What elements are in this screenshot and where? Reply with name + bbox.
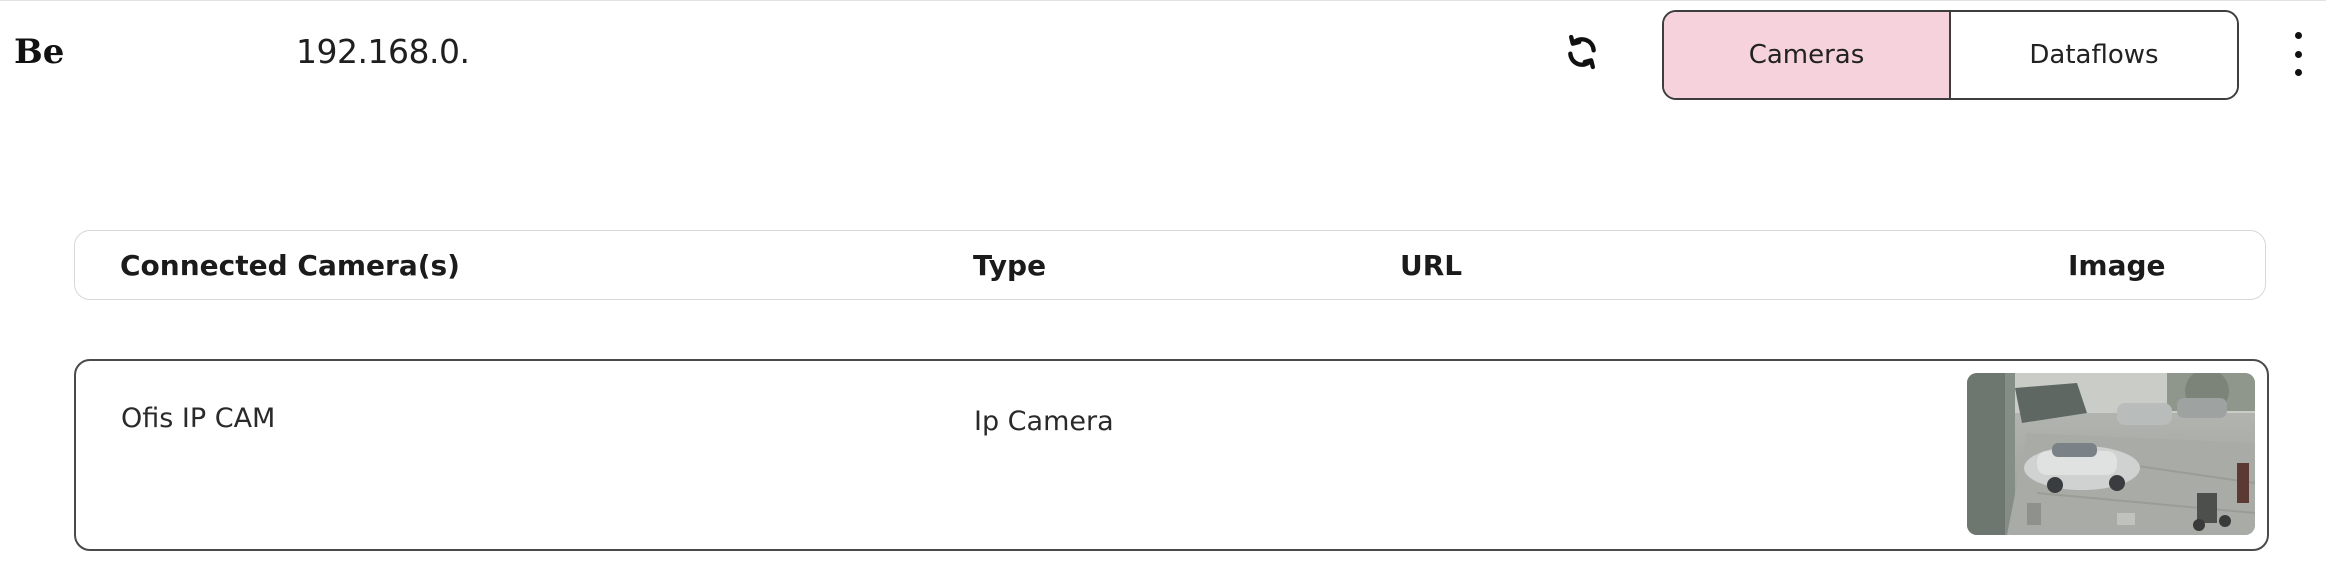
camera-snapshot[interactable] [1967, 373, 2255, 535]
menu-dot [2294, 69, 2302, 76]
top-divider [0, 0, 2326, 1]
camera-snapshot-image [1967, 373, 2255, 535]
column-header-url: URL [1400, 248, 1463, 282]
more-vertical-icon[interactable] [2286, 32, 2310, 76]
tab-cameras[interactable]: Cameras [1664, 12, 1951, 98]
column-header-camera: Connected Camera(s) [120, 248, 460, 282]
refresh-button[interactable] [1558, 28, 1606, 76]
menu-dot [2294, 50, 2302, 58]
table-row[interactable]: Ofis IP CAM Ip Camera [74, 359, 2269, 551]
tab-dataflows[interactable]: Dataflows [1951, 12, 2237, 98]
camera-name: Ofis IP CAM [121, 403, 276, 434]
menu-dot [2294, 32, 2302, 39]
column-header-image: Image [2068, 248, 2166, 282]
view-switcher: Cameras Dataflows [1662, 10, 2239, 100]
column-header-type: Type [973, 248, 1047, 282]
device-ip-address: 192.168.0. [296, 32, 470, 71]
table-header: Connected Camera(s) Type URL Image [74, 230, 2266, 300]
camera-type: Ip Camera [974, 406, 1114, 437]
refresh-icon [1568, 34, 1596, 70]
brand-logo[interactable]: Be [14, 30, 64, 74]
app-page: Be 192.168.0. Cameras Dataflows Connecte… [0, 0, 2326, 574]
